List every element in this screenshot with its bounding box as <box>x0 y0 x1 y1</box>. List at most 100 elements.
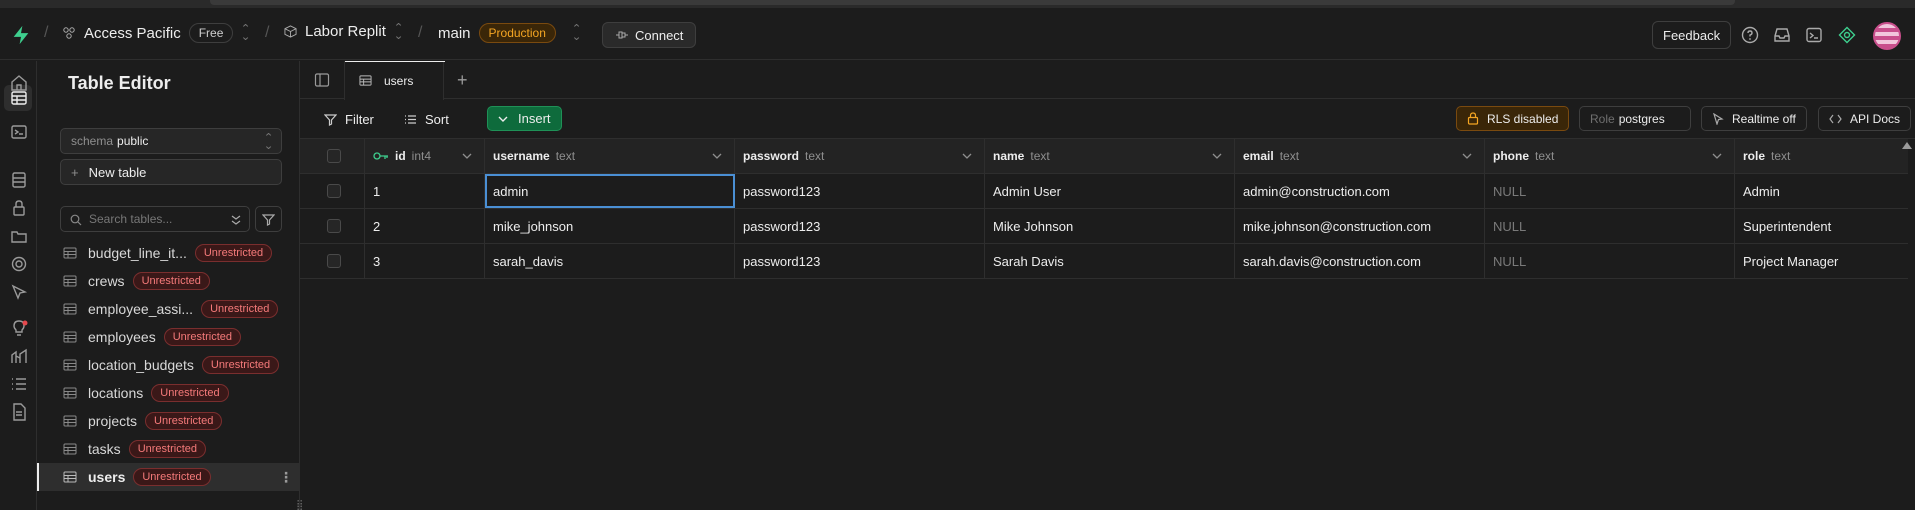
cell-password[interactable]: password123 <box>735 174 985 208</box>
user-avatar[interactable] <box>1873 22 1901 50</box>
logs-icon[interactable] <box>9 374 29 394</box>
table-icon <box>63 471 77 483</box>
auth-lock-icon[interactable] <box>9 198 29 218</box>
table-list-item[interactable]: tasks Unrestricted <box>37 435 300 463</box>
role-selector[interactable]: Role postgres <box>1579 106 1691 131</box>
table-list-item[interactable]: location_budgets Unrestricted <box>37 351 300 379</box>
new-table-button[interactable]: + New table <box>60 159 282 185</box>
sql-editor-icon[interactable] <box>9 122 29 142</box>
sort-list-icon <box>405 114 416 124</box>
row-checkbox[interactable] <box>326 184 341 198</box>
more-options-icon[interactable]: ⋮ <box>279 469 293 486</box>
cell-name[interactable]: Admin User <box>985 174 1235 208</box>
terminal-icon[interactable] <box>1805 26 1823 44</box>
table-list-item[interactable]: locations Unrestricted <box>37 379 300 407</box>
chevron-down-icon[interactable] <box>1712 151 1722 161</box>
project-selector[interactable]: Labor Replit ⌃ ⌄ <box>284 22 404 41</box>
advisors-icon[interactable] <box>9 318 29 338</box>
add-tab-icon[interactable]: + <box>457 70 468 91</box>
sidebar-toggle-icon[interactable] <box>314 72 330 88</box>
cell-username[interactable]: mike_johnson <box>485 209 735 243</box>
column-header-id[interactable]: id int4 <box>365 139 485 173</box>
realtime-toggle-button[interactable]: Realtime off <box>1701 106 1807 131</box>
cell-username[interactable]: sarah_davis <box>485 244 735 278</box>
column-header-name[interactable]: name text <box>985 139 1235 173</box>
cell-password[interactable]: password123 <box>735 209 985 243</box>
reports-icon[interactable] <box>9 346 29 366</box>
table-list-item[interactable]: budget_line_it... Unrestricted <box>37 239 300 267</box>
cell-phone[interactable]: NULL <box>1485 174 1735 208</box>
sort-button[interactable]: Sort <box>396 107 457 131</box>
chevron-down-icon[interactable] <box>712 151 722 161</box>
filter-tables-button[interactable] <box>255 206 282 232</box>
connect-button[interactable]: Connect <box>602 22 697 48</box>
unrestricted-badge: Unrestricted <box>194 244 273 262</box>
cell-name[interactable]: Sarah Davis <box>985 244 1235 278</box>
column-header-password[interactable]: password text <box>735 139 985 173</box>
storage-icon[interactable] <box>9 226 29 246</box>
plan-badge: Free <box>188 23 234 43</box>
docs-icon[interactable] <box>9 402 29 422</box>
scroll-up-arrow-icon[interactable] <box>1902 142 1912 149</box>
cell-password[interactable]: password123 <box>735 244 985 278</box>
rls-disabled-button[interactable]: RLS disabled <box>1456 106 1570 131</box>
cell-name[interactable]: Mike Johnson <box>985 209 1235 243</box>
cell-phone[interactable]: NULL <box>1485 209 1735 243</box>
search-tables-input[interactable] <box>89 212 219 226</box>
table-search[interactable] <box>60 206 250 232</box>
row-checkbox[interactable] <box>326 254 341 268</box>
cell-email[interactable]: mike.johnson@construction.com <box>1235 209 1485 243</box>
row-checkbox[interactable] <box>326 219 341 233</box>
table-list-item[interactable]: projects Unrestricted <box>37 407 300 435</box>
supabase-logo-icon[interactable] <box>10 24 32 46</box>
table-list-item-active[interactable]: users Unrestricted ⋮ <box>37 463 300 491</box>
table-list-item[interactable]: employees Unrestricted <box>37 323 300 351</box>
chevron-down-icon[interactable] <box>462 151 472 161</box>
table-editor-icon[interactable] <box>9 88 29 108</box>
tab-users[interactable]: users <box>344 61 445 100</box>
column-header-email[interactable]: email text <box>1235 139 1485 173</box>
org-selector[interactable]: Access Pacific Free ⌃ ⌄ <box>62 23 251 43</box>
cell-phone[interactable]: NULL <box>1485 244 1735 278</box>
table-list-item[interactable]: employee_assi... Unrestricted <box>37 295 300 323</box>
table-row[interactable]: 1 admin password123 Admin User admin@con… <box>300 174 1908 209</box>
cell-role[interactable]: Project Manager <box>1735 244 1908 278</box>
resize-handle-icon[interactable]: ⣿ <box>296 500 303 510</box>
schema-selector[interactable]: schema public ⌃ ⌄ <box>60 128 282 154</box>
chevron-down-icon[interactable] <box>1462 151 1472 161</box>
table-row[interactable]: 2 mike_johnson password123 Mike Johnson … <box>300 209 1908 244</box>
filter-button[interactable]: Filter <box>316 107 382 131</box>
funnel-icon <box>262 214 275 226</box>
cell-username[interactable]: admin <box>485 174 735 208</box>
cell-role[interactable]: Superintendent <box>1735 209 1908 243</box>
collapse-chevrons-icon[interactable] <box>231 214 241 226</box>
cell-id[interactable]: 1 <box>365 174 485 208</box>
cell-email[interactable]: sarah.davis@construction.com <box>1235 244 1485 278</box>
column-header-username[interactable]: username text <box>485 139 735 173</box>
cell-id[interactable]: 3 <box>365 244 485 278</box>
insert-button[interactable]: Insert <box>487 106 562 131</box>
branch-selector[interactable]: main Production ⌃ ⌄ <box>438 23 582 43</box>
help-icon[interactable] <box>1741 26 1759 44</box>
table-list-item[interactable]: crews Unrestricted <box>37 267 300 295</box>
column-name: password <box>743 149 800 163</box>
select-all-checkbox[interactable] <box>326 149 341 163</box>
api-docs-button[interactable]: API Docs <box>1818 106 1912 131</box>
column-header-role[interactable]: role text <box>1735 139 1908 173</box>
database-icon[interactable] <box>9 170 29 190</box>
chevron-down-icon[interactable] <box>962 151 972 161</box>
chevron-down-icon[interactable] <box>1212 151 1222 161</box>
tab-bar: users + <box>300 61 1915 100</box>
feedback-button[interactable]: Feedback <box>1652 21 1732 49</box>
table-row[interactable]: 3 sarah_davis password123 Sarah Davis sa… <box>300 244 1908 279</box>
assistant-icon[interactable] <box>1838 26 1856 44</box>
column-header-phone[interactable]: phone text <box>1485 139 1735 173</box>
cell-role[interactable]: Admin <box>1735 174 1908 208</box>
cell-id[interactable]: 2 <box>365 209 485 243</box>
plug-icon <box>616 31 628 39</box>
cell-email[interactable]: admin@construction.com <box>1235 174 1485 208</box>
inbox-icon[interactable] <box>1773 26 1791 44</box>
realtime-icon[interactable] <box>9 254 29 274</box>
column-type: text <box>1535 149 1555 163</box>
edge-functions-icon[interactable] <box>9 282 29 302</box>
